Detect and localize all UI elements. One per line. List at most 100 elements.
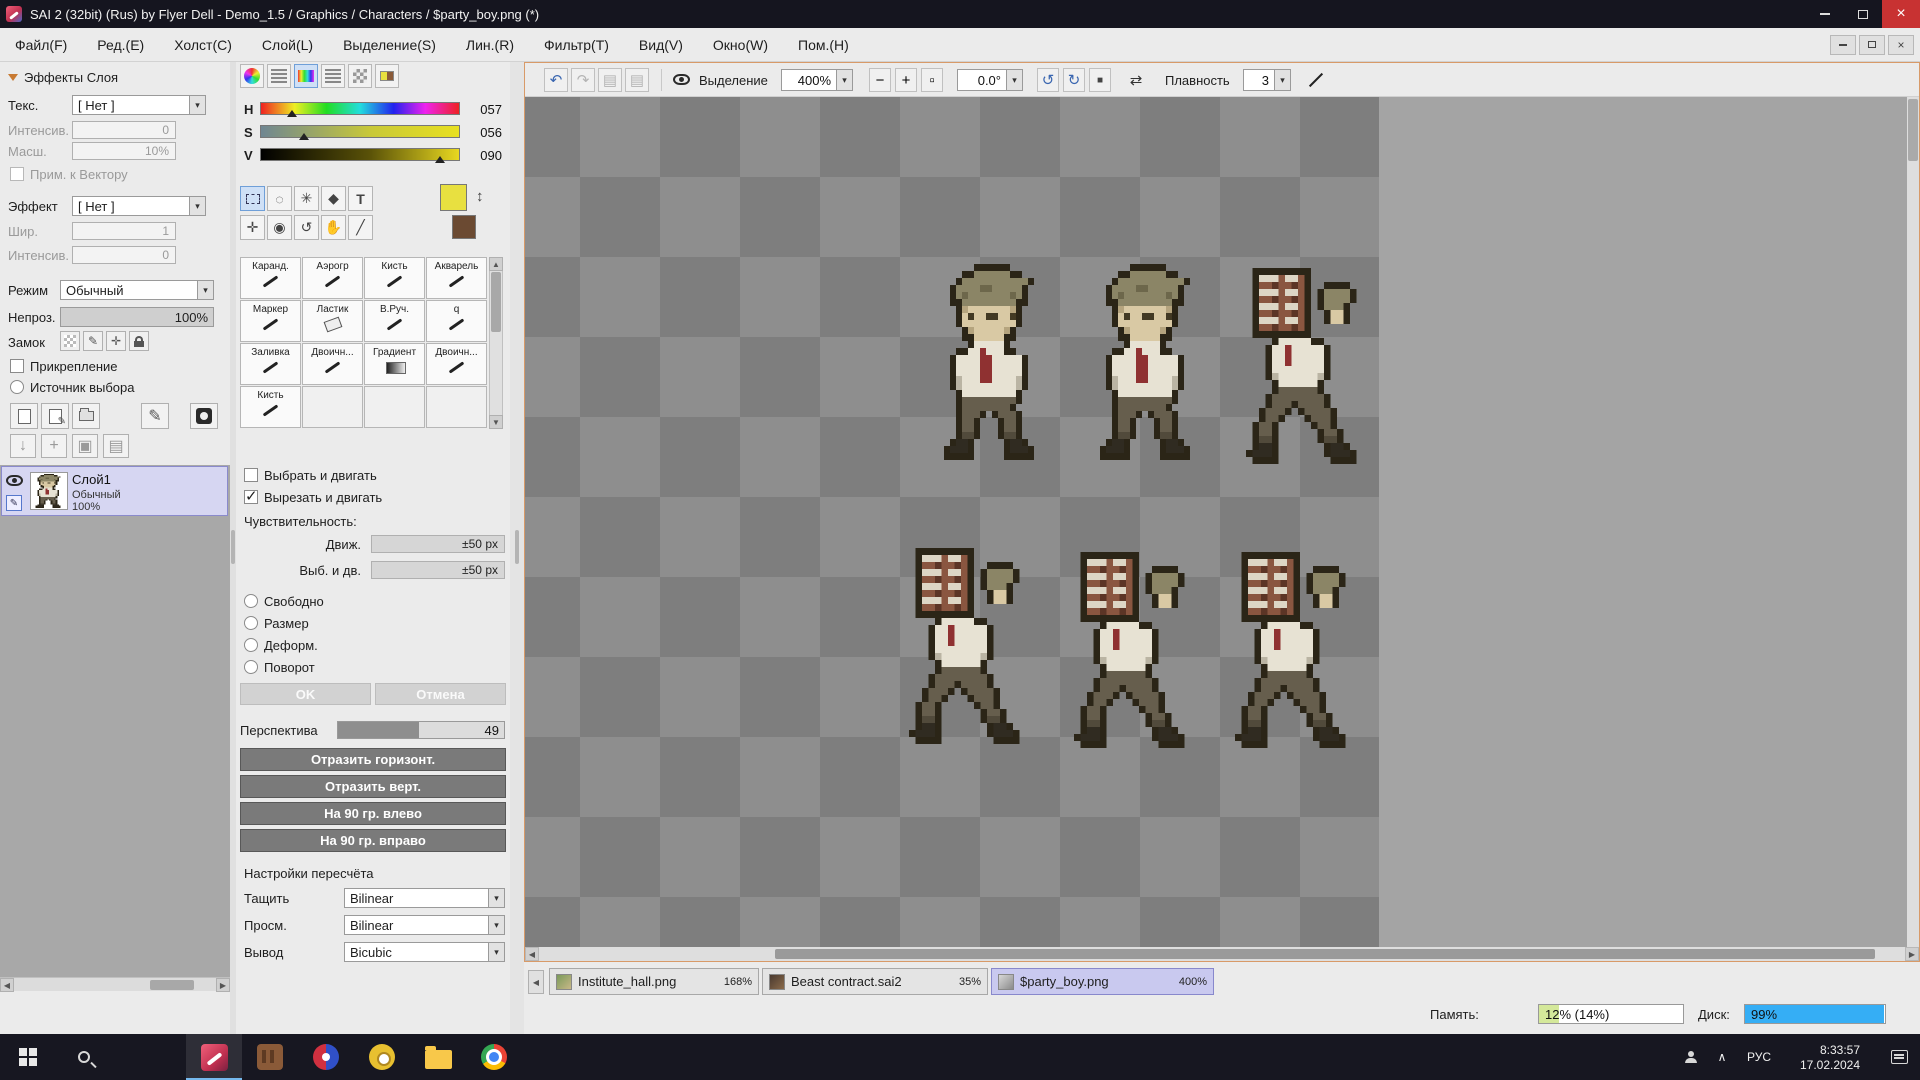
brush-grid-scrollbar[interactable]: ▲ ▼ bbox=[489, 257, 503, 429]
brush-binary2[interactable]: Двоичн... bbox=[426, 343, 487, 385]
minimize-button[interactable] bbox=[1806, 0, 1844, 28]
collapse-triangle-icon[interactable] bbox=[8, 74, 18, 81]
menu-line[interactable]: Лин.(R) bbox=[451, 37, 529, 53]
divider-grip[interactable] bbox=[231, 530, 235, 564]
view-interp-dropdown[interactable]: Bilinear▾ bbox=[344, 915, 505, 935]
smoothness-combo[interactable]: 3▾ bbox=[1243, 69, 1291, 91]
scratchpad-button[interactable] bbox=[375, 64, 399, 88]
saturation-slider-marker[interactable] bbox=[299, 133, 309, 140]
brush-eraser[interactable]: Ластик bbox=[302, 300, 363, 342]
clock[interactable]: 8:33:57 17.02.2024 bbox=[1782, 1034, 1878, 1080]
perspective-slider[interactable]: 49 bbox=[337, 721, 505, 739]
eyedropper-tool[interactable]: ╱ bbox=[348, 215, 373, 240]
menu-edit[interactable]: Ред.(E) bbox=[82, 37, 159, 53]
brush-gradient[interactable]: Градиент bbox=[364, 343, 425, 385]
brush-empty-slot[interactable] bbox=[364, 386, 425, 428]
restore-button[interactable] bbox=[1844, 0, 1882, 28]
canvas-vscrollbar[interactable] bbox=[1907, 97, 1919, 949]
canvas-hscrollbar[interactable]: ◀ ▶ bbox=[525, 947, 1919, 961]
taskbar-app-4[interactable] bbox=[354, 1034, 410, 1080]
layer-visibility-eye-icon[interactable] bbox=[6, 475, 23, 486]
brush-brush2[interactable]: Кисть bbox=[240, 386, 301, 428]
lock-paint-button[interactable]: ✎ bbox=[83, 331, 103, 351]
zoom-reset-button[interactable]: ▫ bbox=[921, 68, 943, 92]
rotate-transform-radio[interactable] bbox=[244, 660, 258, 674]
angle-combo[interactable]: 0.0°▾ bbox=[957, 69, 1023, 91]
pen-tool-layer-button[interactable]: ✎ bbox=[141, 403, 169, 429]
deform-transform-radio[interactable] bbox=[244, 638, 258, 652]
redo-all-button[interactable]: ▤ bbox=[625, 68, 649, 92]
bucket-select-tool[interactable]: ◆ bbox=[321, 186, 346, 211]
chevron-down-icon[interactable]: ▾ bbox=[197, 281, 213, 299]
selmove-sensitivity-field[interactable]: ±50 px bbox=[371, 561, 505, 579]
scroll-left-icon[interactable]: ◀ bbox=[0, 978, 14, 992]
layer-mask-button[interactable] bbox=[190, 403, 218, 429]
rotate-90-right-button[interactable]: На 90 гр. вправо bbox=[240, 829, 506, 852]
mdi-minimize-button[interactable] bbox=[1830, 35, 1856, 55]
scroll-down-icon[interactable]: ▼ bbox=[489, 415, 503, 429]
zoom-in-button[interactable]: + bbox=[895, 68, 917, 92]
zoom-tool[interactable]: ◉ bbox=[267, 215, 292, 240]
scroll-up-icon[interactable]: ▲ bbox=[489, 257, 503, 271]
scale-field[interactable]: 10% bbox=[72, 142, 176, 160]
menu-help[interactable]: Пом.(H) bbox=[783, 37, 864, 53]
blend-mode-dropdown[interactable]: Обычный▾ bbox=[60, 280, 214, 300]
primary-color-swatch[interactable] bbox=[440, 184, 467, 211]
ok-button[interactable]: OK bbox=[240, 683, 371, 705]
output-interp-dropdown[interactable]: Bicubic▾ bbox=[344, 942, 505, 962]
chevron-down-icon[interactable]: ▾ bbox=[488, 916, 504, 934]
taskbar-sai-app[interactable] bbox=[186, 1034, 242, 1080]
rotate-reset-button[interactable]: ■ bbox=[1089, 68, 1111, 92]
tab-party-boy[interactable]: $party_boy.png400% bbox=[991, 968, 1214, 995]
selection-visibility-eye-icon[interactable] bbox=[673, 74, 690, 85]
lock-all-button[interactable] bbox=[129, 331, 149, 351]
language-indicator[interactable]: РУС bbox=[1736, 1034, 1782, 1080]
move-sensitivity-field[interactable]: ±50 px bbox=[371, 535, 505, 553]
menu-canvas[interactable]: Холст(C) bbox=[159, 37, 247, 53]
line-tool-icon[interactable] bbox=[1307, 72, 1325, 88]
chevron-down-icon[interactable]: ▾ bbox=[836, 70, 852, 90]
value-slider-marker[interactable] bbox=[435, 156, 445, 163]
splitter-grip[interactable] bbox=[515, 530, 519, 564]
tab-institute-hall[interactable]: Institute_hall.png168% bbox=[549, 968, 759, 995]
scrollbar-thumb[interactable] bbox=[775, 949, 1875, 959]
clear-layer-button[interactable]: ▣ bbox=[72, 434, 98, 458]
rotate-ccw-button[interactable]: ↺ bbox=[1037, 68, 1059, 92]
apply-vector-checkbox[interactable] bbox=[10, 167, 24, 181]
notification-center-button[interactable] bbox=[1878, 1034, 1920, 1080]
taskbar-file-explorer[interactable] bbox=[410, 1034, 466, 1080]
chevron-down-icon[interactable]: ▾ bbox=[488, 943, 504, 961]
brush-waterbrush[interactable]: В.Руч. bbox=[364, 300, 425, 342]
mdi-restore-button[interactable] bbox=[1859, 35, 1885, 55]
select-and-move-checkbox[interactable] bbox=[244, 468, 258, 482]
tabs-scroll-left-button[interactable]: ◀ bbox=[528, 970, 544, 994]
rotate-cw-button[interactable]: ↻ bbox=[1063, 68, 1085, 92]
hue-slider-marker[interactable] bbox=[287, 110, 297, 117]
intensity2-field[interactable]: 0 bbox=[72, 246, 176, 264]
scroll-right-icon[interactable]: ▶ bbox=[216, 978, 230, 992]
taskbar-chrome[interactable] bbox=[466, 1034, 522, 1080]
scroll-left-icon[interactable]: ◀ bbox=[525, 947, 539, 961]
transfer-down-button[interactable]: ↓ bbox=[10, 434, 36, 458]
scroll-right-icon[interactable]: ▶ bbox=[1905, 947, 1919, 961]
zoom-out-button[interactable]: − bbox=[869, 68, 891, 92]
chevron-down-icon[interactable]: ▾ bbox=[189, 197, 205, 215]
move-tool[interactable]: ✛ bbox=[240, 215, 265, 240]
brush-airbrush[interactable]: Аэрогр bbox=[302, 257, 363, 299]
brush-pencil[interactable]: Каранд. bbox=[240, 257, 301, 299]
brush-fill[interactable]: Заливка bbox=[240, 343, 301, 385]
canvas-viewport[interactable] bbox=[525, 97, 1919, 949]
spectrum-button[interactable] bbox=[294, 64, 318, 88]
merge-down-button[interactable]: + bbox=[41, 434, 67, 458]
menu-layer[interactable]: Слой(L) bbox=[247, 37, 328, 53]
brush-empty-slot[interactable] bbox=[302, 386, 363, 428]
value-slider[interactable] bbox=[260, 148, 460, 161]
brush-marker[interactable]: Маркер bbox=[240, 300, 301, 342]
drag-interp-dropdown[interactable]: Bilinear▾ bbox=[344, 888, 505, 908]
color-wheel-button[interactable] bbox=[240, 64, 264, 88]
undo-all-button[interactable]: ▤ bbox=[598, 68, 622, 92]
new-folder-button[interactable] bbox=[72, 403, 100, 429]
menu-window[interactable]: Окно(W) bbox=[698, 37, 783, 53]
start-button[interactable] bbox=[0, 1034, 56, 1080]
text-tool[interactable]: T bbox=[348, 186, 373, 211]
